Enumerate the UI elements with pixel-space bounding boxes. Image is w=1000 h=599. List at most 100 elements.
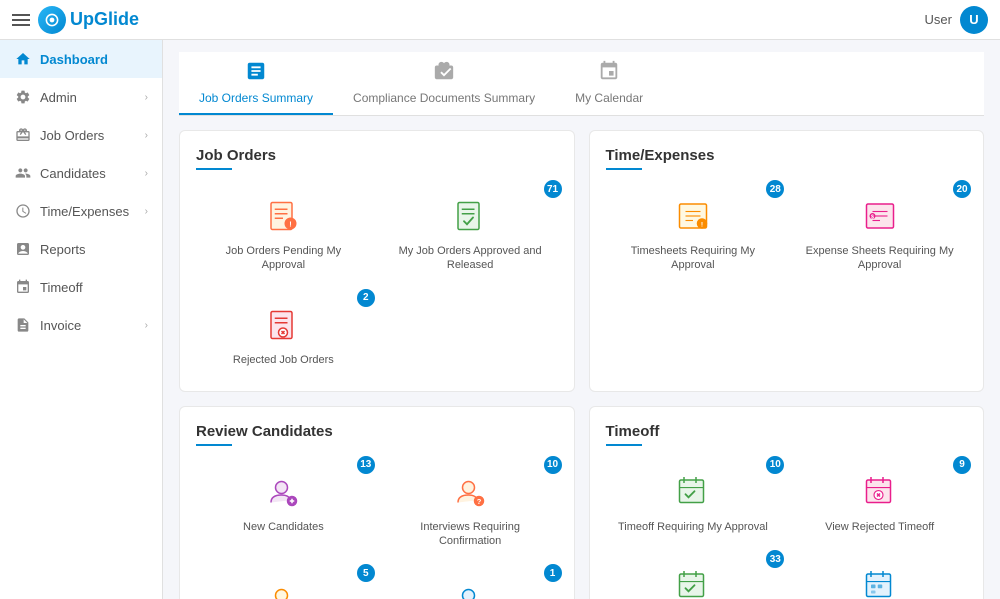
sidebar-label-job-orders: Job Orders xyxy=(40,128,104,143)
time-expenses-card: Time/Expenses 28 ! xyxy=(589,130,985,392)
badge-view-rejected: 9 xyxy=(953,456,971,474)
arrow-icon: › xyxy=(145,320,148,331)
widget-label-expense-sheets: Expense Sheets Requiring My Approval xyxy=(800,244,959,273)
widget-rejected[interactable]: 2 Rejected Job Orders xyxy=(196,293,371,375)
widget-label-view-rejected: View Rejected Timeoff xyxy=(825,520,934,534)
widget-approved-released[interactable]: 71 My Job Orders Approved and Released xyxy=(383,184,558,281)
review-candidates-widgets: 13 New Candidates xyxy=(196,460,558,599)
widget-expense-sheets[interactable]: 20 $ Expense Sheets Requiring M xyxy=(792,184,967,281)
badge-new-candidates: 13 xyxy=(357,456,375,474)
widget-interviews-confirmation[interactable]: 10 ? Interviews Requiring Confirmation xyxy=(383,460,558,557)
job-orders-card: Job Orders ! xyxy=(179,130,575,392)
widget-label-timesheets: Timesheets Requiring My Approval xyxy=(614,244,773,273)
candidates-icon xyxy=(14,164,32,182)
svg-text:$: $ xyxy=(871,214,874,220)
sidebar-item-candidates[interactable]: Candidates › xyxy=(0,154,162,192)
widget-icon-wrap-view-rejected xyxy=(856,468,904,516)
sidebar-label-dashboard: Dashboard xyxy=(40,52,108,67)
badge-interviews-feedback: 5 xyxy=(357,564,375,582)
svg-text:!: ! xyxy=(290,220,293,229)
widget-timeoff-approval[interactable]: 10 Timeoff Requiring My Approval xyxy=(606,460,781,542)
admin-icon xyxy=(14,88,32,106)
arrow-icon: › xyxy=(145,206,148,217)
widget-label-rejected: Rejected Job Orders xyxy=(233,353,334,367)
widget-view-approved[interactable]: 33 View Approved Timeoff xyxy=(606,554,781,599)
tab-compliance-docs[interactable]: Compliance Documents Summary xyxy=(333,52,555,115)
sidebar-item-timeoff[interactable]: Timeoff xyxy=(0,268,162,306)
widget-icon-wrap-calendar-timeoff xyxy=(856,562,904,599)
widget-icon-wrap-rejected xyxy=(259,301,307,349)
widget-label-approved-released: My Job Orders Approved and Released xyxy=(391,244,550,273)
widget-icon-wrap-new-candidates xyxy=(259,468,307,516)
widget-icon-wrap-new-time xyxy=(446,576,494,599)
widget-label-timeoff-approval: Timeoff Requiring My Approval xyxy=(618,520,768,534)
widget-timesheets[interactable]: 28 ! Timesheets Requiring My Ap xyxy=(606,184,781,281)
logo-text: UpGlide xyxy=(70,9,139,30)
topbar-right: User U xyxy=(925,6,988,34)
badge-interviews-confirmation: 10 xyxy=(544,456,562,474)
tab-my-calendar[interactable]: My Calendar xyxy=(555,52,663,115)
app-body: Dashboard Admin › Job Orders › Candidate… xyxy=(0,40,1000,599)
badge-timeoff-approval: 10 xyxy=(766,456,784,474)
sidebar-label-admin: Admin xyxy=(40,90,77,105)
badge-approved-released: 71 xyxy=(544,180,562,198)
job-orders-widgets: ! Job Orders Pending My Approval 71 xyxy=(196,184,558,375)
widget-view-rejected[interactable]: 9 View Reject xyxy=(792,460,967,542)
tab-label-job-orders: Job Orders Summary xyxy=(199,91,313,105)
badge-rejected: 2 xyxy=(357,289,375,307)
widget-icon-wrap-view-approved xyxy=(669,562,717,599)
user-avatar[interactable]: U xyxy=(960,6,988,34)
widget-pending-approval[interactable]: ! Job Orders Pending My Approval xyxy=(196,184,371,281)
badge-expense-sheets: 20 xyxy=(953,180,971,198)
time-expenses-underline xyxy=(606,168,642,170)
dashboard-grid: Job Orders ! xyxy=(179,130,984,599)
sidebar: Dashboard Admin › Job Orders › Candidate… xyxy=(0,40,163,599)
sidebar-label-timeoff: Timeoff xyxy=(40,280,83,295)
widget-icon-wrap-timeoff-approval xyxy=(669,468,717,516)
sidebar-item-dashboard[interactable]: Dashboard xyxy=(0,40,162,78)
review-candidates-underline xyxy=(196,444,232,446)
review-candidates-card: Review Candidates 13 xyxy=(179,406,575,599)
sidebar-item-admin[interactable]: Admin › xyxy=(0,78,162,116)
sidebar-label-time-expenses: Time/Expenses xyxy=(40,204,129,219)
widget-calendar-timeoff[interactable]: Calendar Timeoff xyxy=(792,554,967,599)
widget-new-candidates[interactable]: 13 New Candidates xyxy=(196,460,371,557)
sidebar-label-candidates: Candidates xyxy=(40,166,106,181)
sidebar-item-reports[interactable]: Reports xyxy=(0,230,162,268)
user-label: User xyxy=(925,12,952,27)
tab-job-orders-summary[interactable]: Job Orders Summary xyxy=(179,52,333,115)
widget-icon-wrap-pending: ! xyxy=(259,192,307,240)
tab-icon-calendar xyxy=(598,60,620,87)
job-orders-card-title: Job Orders xyxy=(196,147,558,164)
time-expenses-widgets: 28 ! Timesheets Requiring My Ap xyxy=(606,184,968,281)
sidebar-item-job-orders[interactable]: Job Orders › xyxy=(0,116,162,154)
widget-icon-wrap-expense: $ xyxy=(856,192,904,240)
arrow-icon: › xyxy=(145,168,148,179)
arrow-icon: › xyxy=(145,92,148,103)
sidebar-item-invoice[interactable]: Invoice › xyxy=(0,306,162,344)
timeoff-card-title: Timeoff xyxy=(606,423,968,440)
tab-icon-compliance xyxy=(433,60,455,87)
topbar-left: UpGlide xyxy=(12,6,139,34)
widget-icon-wrap-timesheets: ! xyxy=(669,192,717,240)
widget-label-pending-approval: Job Orders Pending My Approval xyxy=(204,244,363,273)
tab-label-calendar: My Calendar xyxy=(575,91,643,105)
timeoff-underline xyxy=(606,444,642,446)
widget-interviews-feedback[interactable]: 5 Interviews Requiring Feedback xyxy=(196,568,371,599)
sidebar-item-time-expenses[interactable]: Time/Expenses › xyxy=(0,192,162,230)
reports-icon xyxy=(14,240,32,258)
time-expenses-card-title: Time/Expenses xyxy=(606,147,968,164)
home-icon xyxy=(14,50,32,68)
time-expenses-icon xyxy=(14,202,32,220)
sidebar-label-reports: Reports xyxy=(40,242,86,257)
timeoff-widgets: 10 Timeoff Requiring My Approval xyxy=(606,460,968,599)
badge-new-time-proposed: 1 xyxy=(544,564,562,582)
job-orders-underline xyxy=(196,168,232,170)
widget-new-time-proposed[interactable]: 1 New Time Proposed xyxy=(383,568,558,599)
logo-icon xyxy=(38,6,66,34)
main-content: Job Orders Summary Compliance Documents … xyxy=(163,40,1000,599)
hamburger-menu[interactable] xyxy=(12,14,30,26)
review-candidates-card-title: Review Candidates xyxy=(196,423,558,440)
topbar: UpGlide User U xyxy=(0,0,1000,40)
invoice-icon xyxy=(14,316,32,334)
